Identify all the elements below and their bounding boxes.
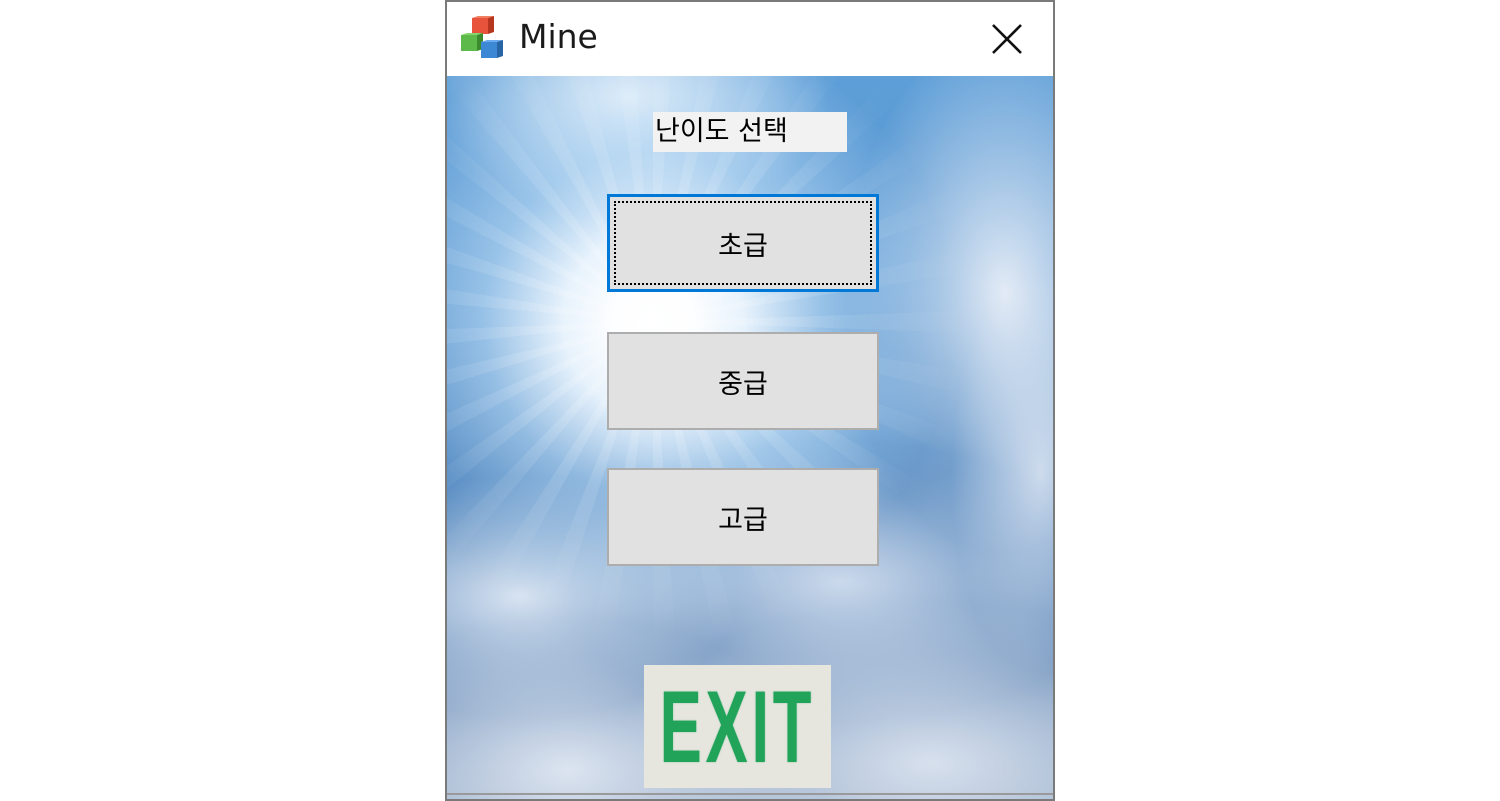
easy-button[interactable]: 초급 [607, 194, 879, 292]
hard-button-label: 고급 [718, 504, 768, 536]
window-title: Mine [519, 17, 598, 56]
colored-cubes-icon [461, 16, 503, 58]
exit-button[interactable]: EXIT [644, 665, 831, 788]
window-bottom-border [447, 793, 1053, 795]
sky-background: 난이도 선택 초급 중급 고급 EXIT [447, 76, 1053, 799]
medium-button-label: 중급 [718, 368, 768, 400]
medium-button[interactable]: 중급 [607, 332, 879, 430]
hard-button[interactable]: 고급 [607, 468, 879, 566]
difficulty-label: 난이도 선택 [653, 112, 847, 152]
exit-label: EXIT [659, 669, 816, 784]
close-button[interactable] [975, 14, 1039, 64]
easy-button-label: 초급 [718, 230, 768, 262]
app-window: Mine 난이도 선택 초급 중급 고급 EXIT [445, 0, 1055, 801]
title-bar[interactable]: Mine [447, 2, 1053, 76]
close-icon [992, 24, 1022, 54]
